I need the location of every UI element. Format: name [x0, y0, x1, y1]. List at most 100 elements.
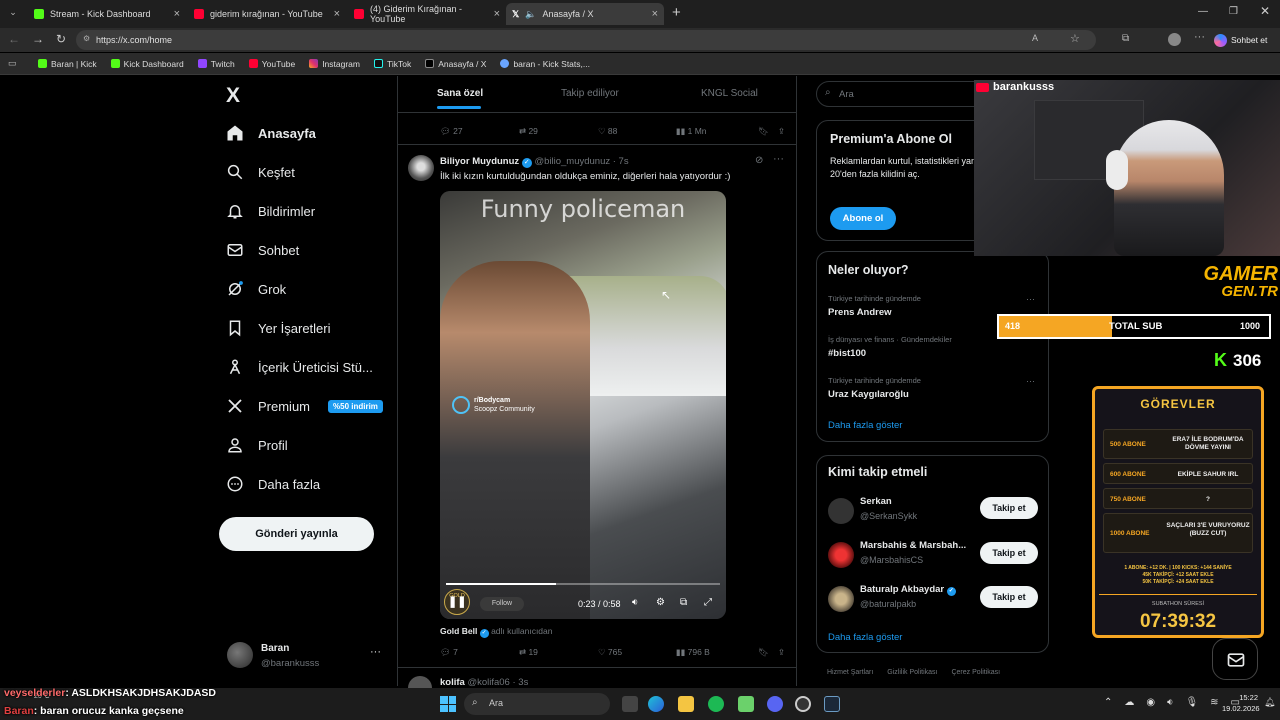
extensions-icon[interactable]: ⧉: [1122, 33, 1129, 44]
task-view-icon[interactable]: [622, 696, 638, 712]
bookmark-post-icon[interactable]: 🔖︎: [758, 126, 778, 137]
nav-item-premium[interactable]: Premium %50 indirim: [226, 397, 383, 415]
bookmark-item[interactable]: Twitch: [197, 59, 235, 69]
grok-post-icon[interactable]: ⊘: [755, 155, 763, 166]
tab-kngl-social[interactable]: KNGL Social: [701, 88, 758, 99]
discord-icon[interactable]: [767, 696, 783, 712]
browser-tab[interactable]: Stream - Kick Dashboard ×: [28, 3, 186, 25]
follow-button[interactable]: Takip et: [980, 542, 1038, 564]
settings-icon[interactable]: ⚙: [656, 597, 665, 608]
footer-link[interactable]: Gizlilik Politikası: [887, 669, 937, 676]
browser-menu-icon[interactable]: ···: [1194, 31, 1205, 43]
volume-icon[interactable]: 🔉︎: [632, 597, 638, 608]
follow-suggestion[interactable]: Baturalp Akbaydar ✓ @baturalpakb: [828, 584, 978, 616]
picture-in-picture-icon[interactable]: ⧉: [680, 597, 687, 608]
nav-item-notifications[interactable]: Bildirimler: [226, 202, 315, 220]
cloud-icon[interactable]: ☁: [1124, 697, 1134, 708]
share-icon[interactable]: ⇪: [778, 126, 785, 137]
follow-suggestion[interactable]: Serkan @SerkanSykk: [828, 496, 978, 528]
account-switcher[interactable]: Baran @barankusss ···: [227, 640, 387, 676]
bookmark-item[interactable]: TikTok: [373, 59, 411, 69]
trend-item[interactable]: Türkiye tarihinde gündemde Uraz Kaygılar…: [828, 376, 1038, 400]
url-input[interactable]: ⚙ https://x.com/home A ☆: [76, 30, 1096, 50]
footer-link[interactable]: Çerez Politikası: [951, 669, 1000, 676]
spotify-icon[interactable]: [708, 696, 724, 712]
follow-suggestion[interactable]: Marsbahis & Marsbah... @MarsbahisCS: [828, 540, 978, 572]
post-avatar[interactable]: [408, 155, 434, 181]
like-button[interactable]: ♡ 88: [598, 126, 676, 137]
steam-icon[interactable]: [824, 696, 840, 712]
browser-tab[interactable]: giderim kırağınan - YouTube ×: [188, 3, 346, 25]
tab-list-button[interactable]: ⌄: [6, 7, 20, 21]
repost-button[interactable]: ⇄ 29: [519, 126, 598, 137]
start-button[interactable]: [440, 696, 456, 712]
post-handle[interactable]: @kolifa06 · 3s: [467, 677, 528, 688]
share-icon[interactable]: ⇪: [778, 647, 785, 658]
tab-close-icon[interactable]: ×: [494, 8, 500, 20]
bookmark-post-icon[interactable]: 🔖︎: [758, 647, 778, 658]
subscribe-button[interactable]: Abone ol: [830, 207, 896, 230]
follow-more-link[interactable]: Daha fazla göster: [828, 632, 902, 643]
attribution-name[interactable]: Gold Bell: [440, 626, 477, 636]
bookmark-item[interactable]: Kick Dashboard: [110, 59, 184, 69]
nav-item-creator-studio[interactable]: İçerik Üreticisi Stü...: [226, 358, 373, 376]
favorite-star-icon[interactable]: ☆: [1070, 32, 1080, 45]
reply-button[interactable]: 💬︎ 27: [440, 126, 519, 137]
maximize-icon[interactable]: ❐: [1229, 6, 1238, 17]
footer-link[interactable]: Hizmet Şartları: [827, 669, 873, 676]
edge-icon[interactable]: [648, 696, 664, 712]
mic-icon[interactable]: 🎙︎: [1185, 697, 1198, 708]
views-button[interactable]: ▮▮ 1 Mn: [676, 126, 758, 137]
repost-button[interactable]: ⇄ 19: [519, 647, 598, 658]
video-follow-button[interactable]: Follow: [480, 597, 524, 611]
site-info-icon[interactable]: ⚙: [83, 34, 90, 43]
copilot-button[interactable]: Sohbet et: [1214, 31, 1267, 49]
bookmark-item[interactable]: YouTube: [248, 59, 295, 69]
chevron-up-icon[interactable]: ⌃: [1104, 697, 1112, 708]
browser-tab[interactable]: (4) Giderim Kırağınan - YouTube ×: [348, 3, 506, 25]
views-button[interactable]: ▮▮ 796 B: [676, 647, 758, 658]
wifi-icon[interactable]: ≋: [1210, 697, 1218, 708]
bookmark-item[interactable]: baran - Kick Stats,...: [500, 59, 590, 69]
back-icon[interactable]: ←: [8, 32, 20, 46]
follow-button[interactable]: Takip et: [980, 497, 1038, 519]
post-menu-icon[interactable]: ···: [773, 153, 784, 165]
nav-item-more[interactable]: Daha fazla: [226, 475, 320, 493]
reload-icon[interactable]: ↻: [56, 32, 66, 46]
collections-icon[interactable]: ▭: [8, 58, 17, 69]
bookmark-item[interactable]: Baran | Kick: [38, 59, 97, 69]
like-button[interactable]: ♡ 765: [598, 647, 676, 658]
nav-item-profile[interactable]: Profil: [226, 436, 288, 454]
reply-button[interactable]: 💬︎ 7: [440, 647, 519, 658]
account-menu-icon[interactable]: ···: [370, 646, 381, 658]
obs-icon[interactable]: [795, 696, 811, 712]
network-icon[interactable]: ◉: [1146, 697, 1155, 708]
post-author[interactable]: Biliyor Muydunuz: [440, 156, 519, 167]
tab-close-icon[interactable]: ×: [334, 8, 340, 20]
fullscreen-icon[interactable]: ⤢: [704, 597, 712, 608]
taskbar-search-input[interactable]: ⌕ Ara: [464, 693, 610, 715]
messages-drawer-button[interactable]: [1212, 638, 1258, 680]
new-tab-button[interactable]: +: [672, 4, 681, 21]
follow-button[interactable]: Takip et: [980, 586, 1038, 608]
post-handle[interactable]: @bilio_muydunuz · 7s: [534, 156, 628, 167]
file-explorer-icon[interactable]: [678, 696, 694, 712]
profile-avatar[interactable]: [1168, 33, 1181, 46]
nav-item-home[interactable]: Anasayfa: [226, 124, 316, 142]
trend-menu-icon[interactable]: ···: [1026, 294, 1035, 304]
tab-close-icon[interactable]: ×: [174, 8, 180, 20]
nav-item-explore[interactable]: Keşfet: [226, 163, 295, 181]
minimize-icon[interactable]: —: [1198, 6, 1208, 17]
nav-item-bookmarks[interactable]: Yer İşaretleri: [226, 319, 331, 337]
system-tray[interactable]: ⌃ ☁ ◉ 🔉︎ 🎙︎ ≋ ▭: [1104, 697, 1240, 708]
read-aloud-icon[interactable]: A: [1032, 33, 1038, 43]
tab-close-icon[interactable]: ×: [652, 8, 658, 20]
window-close-icon[interactable]: ✕: [1260, 4, 1270, 18]
x-logo[interactable]: X: [226, 84, 240, 108]
volume-icon[interactable]: 🔉︎: [1167, 697, 1173, 708]
tab-for-you[interactable]: Sana özel: [437, 88, 483, 99]
bookmark-item[interactable]: Instagram: [309, 59, 360, 69]
audio-icon[interactable]: 🔈: [525, 9, 536, 20]
forward-icon[interactable]: →: [32, 32, 44, 46]
trends-more-link[interactable]: Daha fazla göster: [828, 420, 902, 431]
